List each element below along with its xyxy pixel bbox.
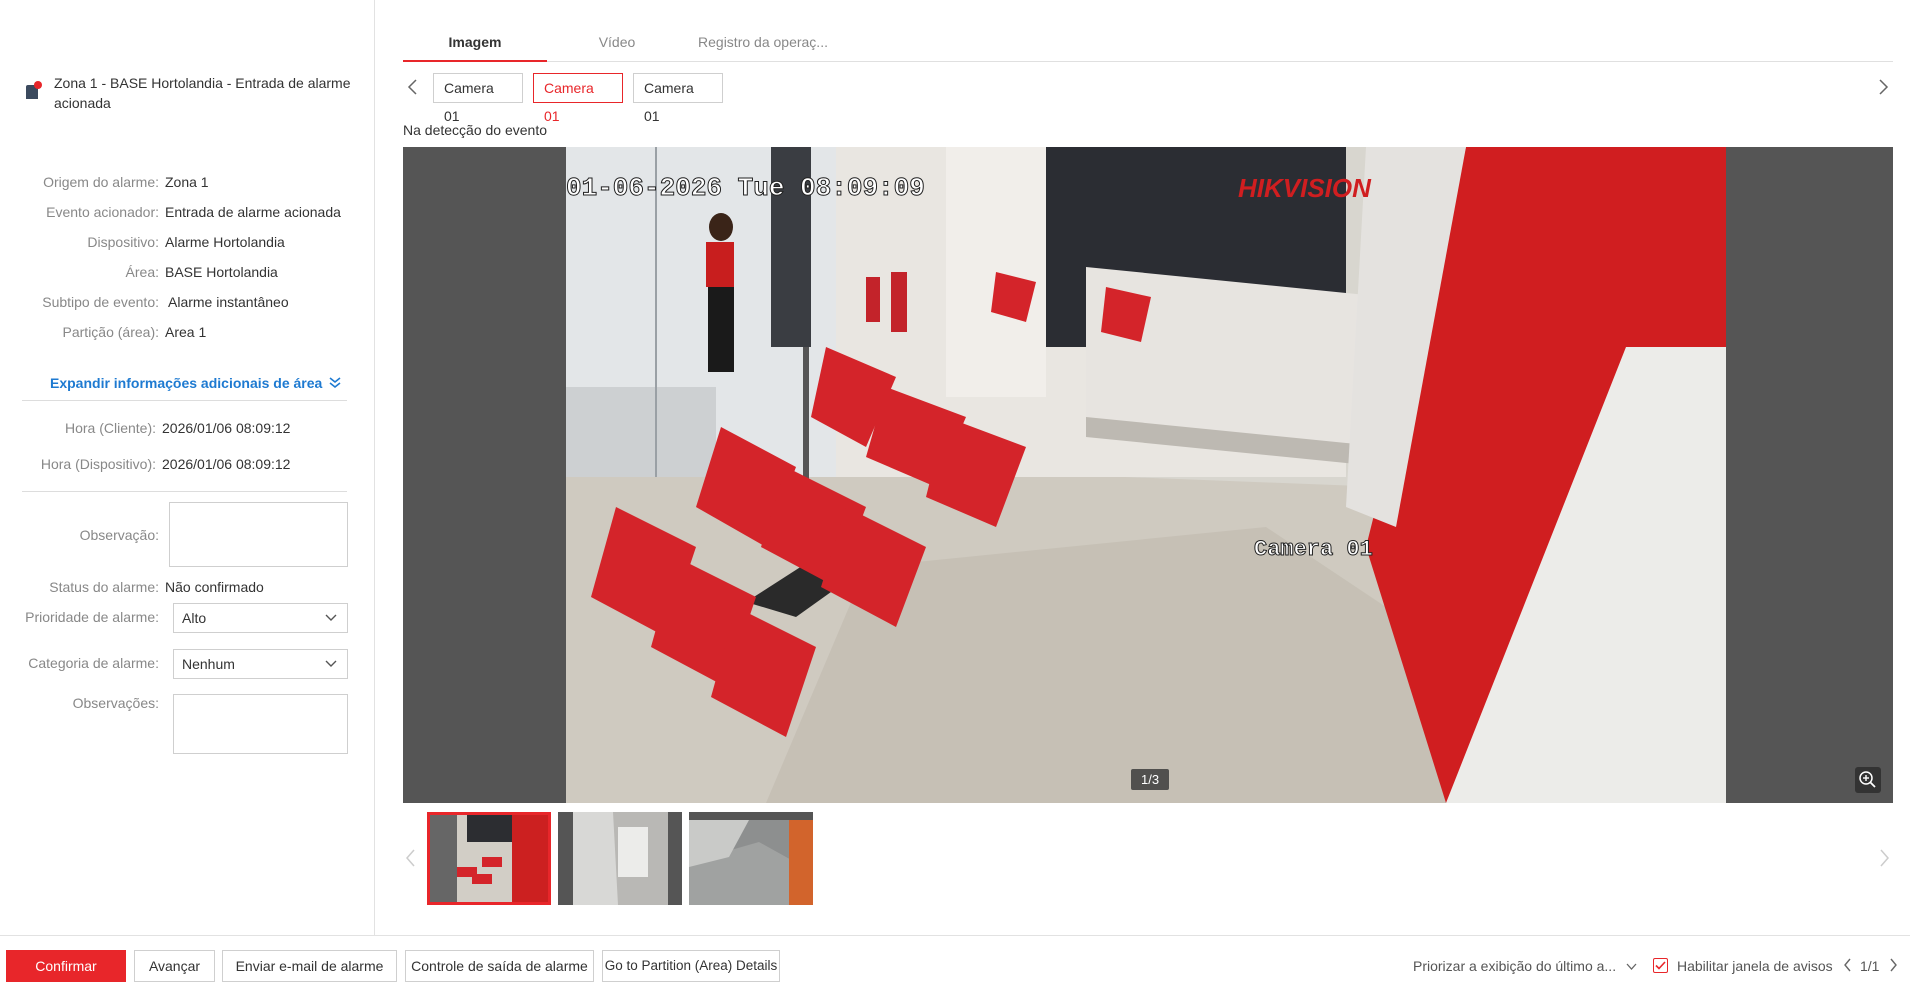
snapshot-scene: 01-06-2026 Tue 08:09:09 Camera 01 HIKVIS… xyxy=(566,147,1726,803)
enable-popup-label: Habilitar janela de avisos xyxy=(1677,958,1833,974)
detail-label: Partição (área): xyxy=(62,324,159,340)
camera-button-3[interactable]: Camera 01 xyxy=(633,73,723,124)
tab-video[interactable]: Vídeo xyxy=(547,30,687,62)
thumbnail-strip xyxy=(403,810,1893,910)
osd-brand: HIKVISION xyxy=(1238,173,1372,203)
camera-button-2[interactable]: Camera 01 xyxy=(533,73,623,124)
confirm-button[interactable]: Confirmar xyxy=(6,950,126,982)
media-tabs: Imagem Vídeo Registro da operaç... xyxy=(403,30,1893,62)
detail-value: Alarme Hortolandia xyxy=(165,234,285,250)
time-value: 2026/01/06 08:09:12 xyxy=(162,420,291,436)
time-row-cliente: Hora (Cliente): 2026/01/06 08:09:12 xyxy=(20,420,360,436)
thumbnail-2[interactable] xyxy=(558,812,682,905)
observacoes-textarea[interactable] xyxy=(173,694,348,754)
time-value: 2026/01/06 08:09:12 xyxy=(162,456,291,472)
camera-selector: Camera 01 Camera 01 Camera 01 xyxy=(403,73,1898,124)
detail-value: Area 1 xyxy=(165,324,207,340)
media-panel: Imagem Vídeo Registro da operaç... Camer… xyxy=(376,0,1910,935)
alarm-title-line1: Zona 1 - BASE Hortolandia - Entrada de a… xyxy=(54,75,351,91)
page-indicator: 1/1 xyxy=(1860,958,1880,974)
detect-label: Na detecção do evento xyxy=(403,122,547,138)
alarm-title-line2: acionada xyxy=(54,95,111,111)
image-viewer[interactable]: 01-06-2026 Tue 08:09:09 Camera 01 HIKVIS… xyxy=(403,147,1893,803)
thumbnail-3[interactable] xyxy=(689,812,813,905)
detail-row-particao: Partição (área): Area 1 xyxy=(20,324,360,340)
chevron-right-icon[interactable] xyxy=(1888,958,1898,972)
divider xyxy=(22,400,347,401)
status-label: Status do alarme: xyxy=(49,579,159,595)
detail-row-dispositivo: Dispositivo: Alarme Hortolandia xyxy=(20,234,360,250)
detail-row-subtipo: Subtipo de evento: Alarme instantâneo xyxy=(20,294,360,310)
priority-select[interactable]: Alto xyxy=(173,603,348,633)
double-chevron-down-icon xyxy=(329,377,341,389)
priority-select-value: Alto xyxy=(182,610,207,626)
camera-button-1[interactable]: Camera 01 xyxy=(433,73,523,124)
detail-label: Área: xyxy=(125,264,159,280)
observacao-label: Observação: xyxy=(79,527,159,543)
category-select[interactable]: Nenhum xyxy=(173,649,348,679)
expand-area-info-label: Expandir informações adicionais de área xyxy=(50,375,323,391)
observacoes-label: Observações: xyxy=(72,695,159,711)
priority-display-select[interactable]: Priorizar a exibição do último a... xyxy=(1413,958,1637,974)
priority-label: Prioridade de alarme: xyxy=(25,609,159,625)
event-snapshot: 01-06-2026 Tue 08:09:09 Camera 01 HIKVIS… xyxy=(566,147,1726,803)
detail-label: Dispositivo: xyxy=(87,234,159,250)
send-email-button[interactable]: Enviar e-mail de alarme xyxy=(222,950,397,982)
zoom-button[interactable] xyxy=(1855,767,1881,793)
enable-popup-checkbox[interactable] xyxy=(1653,958,1668,973)
category-label: Categoria de alarme: xyxy=(28,655,159,671)
chevron-left-icon[interactable] xyxy=(1843,958,1853,972)
chevron-right-icon[interactable] xyxy=(1876,848,1892,868)
chevron-down-icon xyxy=(325,614,337,621)
detail-value: Alarme instantâneo xyxy=(168,294,289,310)
chevron-left-icon[interactable] xyxy=(403,848,419,868)
osd-camera: Camera 01 xyxy=(1254,537,1373,562)
chevron-left-icon[interactable] xyxy=(403,77,423,97)
alarm-header: Zona 1 - BASE Hortolandia - Entrada de a… xyxy=(24,73,354,113)
thumbnail-1[interactable] xyxy=(427,812,551,905)
category-select-value: Nenhum xyxy=(182,656,235,672)
detail-value: Zona 1 xyxy=(165,174,209,190)
detail-row-evento: Evento acionador: Entrada de alarme acio… xyxy=(20,204,360,220)
alarm-detail-panel: Zona 1 - BASE Hortolandia - Entrada de a… xyxy=(0,0,375,935)
chevron-right-icon[interactable] xyxy=(1873,77,1893,97)
image-counter: 1/3 xyxy=(1131,769,1170,790)
divider xyxy=(22,491,347,492)
expand-area-info-link[interactable]: Expandir informações adicionais de área xyxy=(50,375,342,391)
detail-value: Entrada de alarme acionada xyxy=(165,204,341,220)
osd-datetime: 01-06-2026 Tue 08:09:09 xyxy=(566,173,925,203)
partition-details-button[interactable]: Go to Partition (Area) Details xyxy=(602,950,780,982)
detail-label: Origem do alarme: xyxy=(43,174,159,190)
tab-registro[interactable]: Registro da operaç... xyxy=(693,30,833,62)
observacao-textarea[interactable] xyxy=(169,502,348,567)
detail-label: Subtipo de evento: xyxy=(42,294,159,310)
detail-label: Evento acionador: xyxy=(46,204,159,220)
next-button[interactable]: Avançar xyxy=(134,950,215,982)
chevron-down-icon xyxy=(1626,963,1637,970)
alarm-input-icon xyxy=(24,81,42,101)
check-icon xyxy=(1655,961,1666,970)
alarm-title: Zona 1 - BASE Hortolandia - Entrada de a… xyxy=(54,73,351,113)
chevron-down-icon xyxy=(325,660,337,667)
alarm-output-button[interactable]: Controle de saída de alarme xyxy=(405,950,594,982)
detail-value: BASE Hortolandia xyxy=(165,264,278,280)
detail-row-origem: Origem do alarme: Zona 1 xyxy=(20,174,360,190)
time-row-dispositivo: Hora (Dispositivo): 2026/01/06 08:09:12 xyxy=(20,456,360,472)
footer-toolbar: Confirmar Avançar Enviar e-mail de alarm… xyxy=(0,935,1910,990)
status-value: Não confirmado xyxy=(165,579,264,595)
time-label: Hora (Dispositivo): xyxy=(40,456,156,472)
time-label: Hora (Cliente): xyxy=(64,420,156,436)
priority-display-label: Priorizar a exibição do último a... xyxy=(1413,958,1617,974)
zoom-in-icon xyxy=(1859,771,1876,788)
status-row: Status do alarme: Não confirmado xyxy=(20,579,360,595)
tab-imagem[interactable]: Imagem xyxy=(403,30,547,62)
detail-row-area: Área: BASE Hortolandia xyxy=(20,264,360,280)
